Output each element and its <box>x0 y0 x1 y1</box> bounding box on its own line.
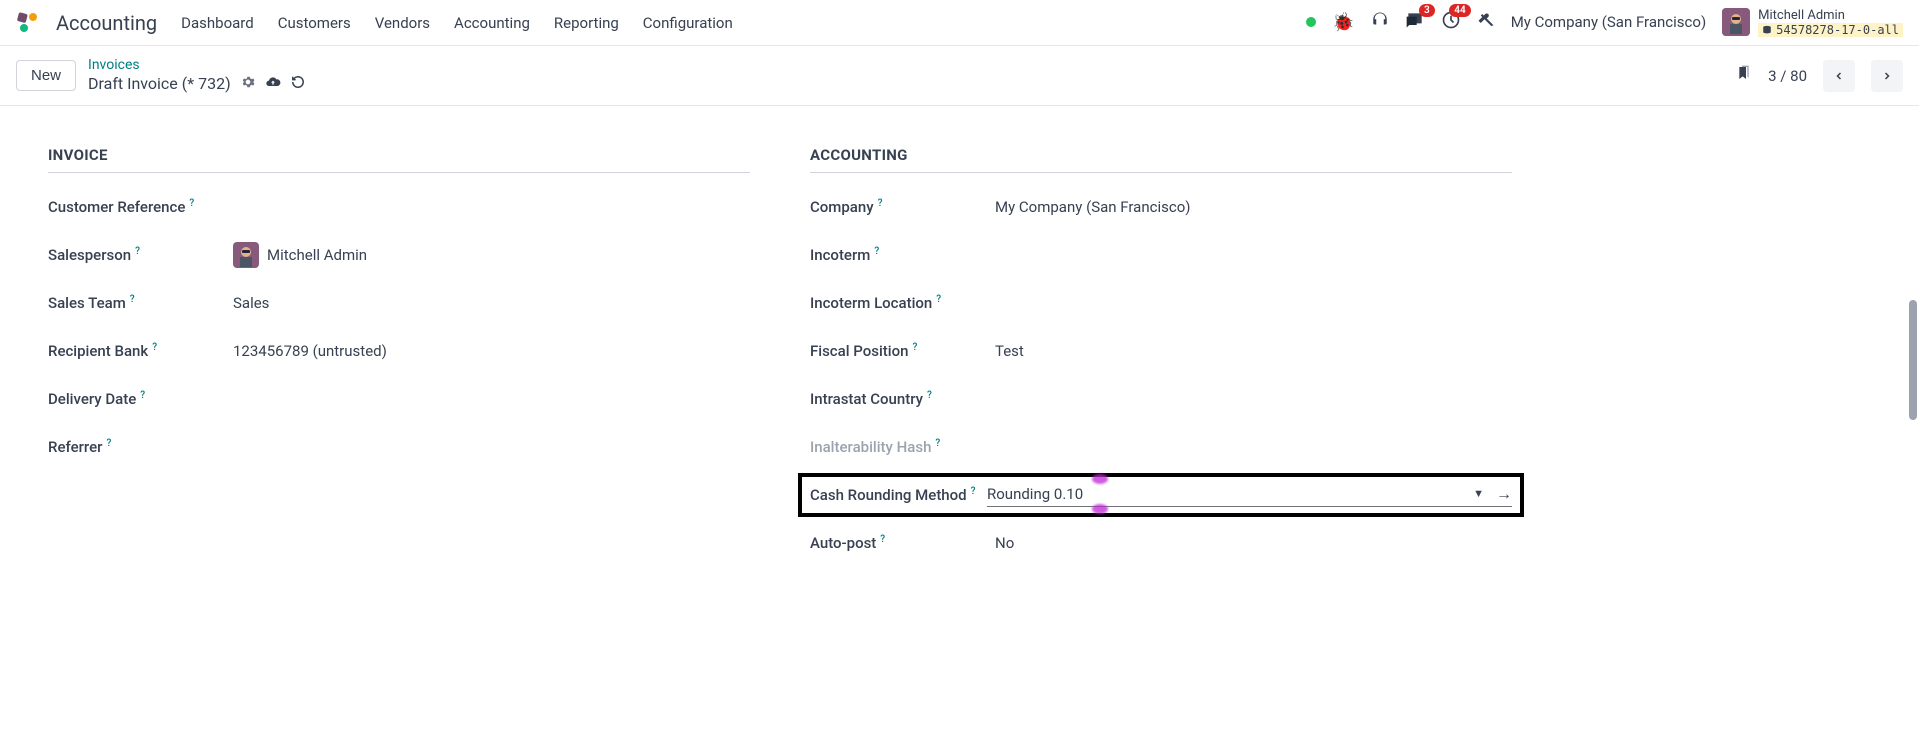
status-dot-icon <box>1306 17 1316 27</box>
activities-badge: 44 <box>1449 4 1470 17</box>
bookmark-icon[interactable] <box>1736 64 1752 87</box>
help-icon[interactable]: ? <box>874 246 879 257</box>
help-icon[interactable]: ? <box>912 342 917 353</box>
bug-icon[interactable]: 🐞 <box>1332 12 1354 33</box>
invoice-section: INVOICE Customer Reference? Salesperson?… <box>48 146 750 577</box>
breadcrumb-current: Draft Invoice (* 732) <box>88 74 305 95</box>
chevron-down-icon[interactable]: ▼ <box>1473 487 1484 500</box>
support-icon[interactable] <box>1371 11 1389 34</box>
field-referrer: Referrer? <box>48 433 750 461</box>
control-panel: New Invoices Draft Invoice (* 732) 3 / 8… <box>0 46 1919 106</box>
help-icon[interactable]: ? <box>935 438 940 449</box>
scrollbar[interactable] <box>1909 300 1917 420</box>
auto-post-select[interactable]: No <box>995 534 1512 552</box>
field-sales-team: Sales Team? Sales <box>48 289 750 317</box>
field-inalterability-hash: Inalterability Hash? <box>810 433 1512 461</box>
app-logo[interactable] <box>16 11 40 35</box>
pager-text[interactable]: 3 / 80 <box>1768 67 1807 85</box>
field-recipient-bank: Recipient Bank? 123456789 (untrusted) <box>48 337 750 365</box>
help-icon[interactable]: ? <box>880 534 885 545</box>
nav-customers[interactable]: Customers <box>278 14 351 32</box>
cash-rounding-select[interactable]: Rounding 0.10 ▼ → <box>987 484 1512 507</box>
salesperson-input[interactable]: Mitchell Admin <box>233 242 750 268</box>
discard-icon[interactable] <box>291 75 305 94</box>
help-icon[interactable]: ? <box>189 198 194 209</box>
annotation-dot-icon <box>1092 504 1108 514</box>
database-icon <box>1762 25 1772 35</box>
nav-configuration[interactable]: Configuration <box>643 14 733 32</box>
field-incoterm: Incoterm? <box>810 241 1512 269</box>
gear-icon[interactable] <box>241 75 255 94</box>
fiscal-position-input[interactable]: Test <box>995 342 1512 360</box>
field-incoterm-location: Incoterm Location? <box>810 289 1512 317</box>
accounting-section-title: ACCOUNTING <box>810 146 1512 173</box>
user-name: Mitchell Admin <box>1758 8 1903 24</box>
app-title[interactable]: Accounting <box>56 11 157 35</box>
messages-badge: 3 <box>1419 4 1435 17</box>
user-db: 54578278-17-0-all <box>1758 23 1903 37</box>
field-salesperson: Salesperson? Mitchell Admin <box>48 241 750 269</box>
accounting-section: ACCOUNTING Company? My Company (San Fran… <box>810 146 1512 577</box>
help-icon[interactable]: ? <box>152 342 157 353</box>
salesperson-avatar-icon <box>233 242 259 268</box>
nav-accounting[interactable]: Accounting <box>454 14 530 32</box>
recipient-bank-input[interactable]: 123456789 (untrusted) <box>233 342 750 360</box>
cloud-upload-icon[interactable] <box>265 74 281 95</box>
help-icon[interactable]: ? <box>936 294 941 305</box>
topbar-right: 🐞 3 44 My Company (San Francisco) Mitche… <box>1306 8 1903 38</box>
field-company: Company? My Company (San Francisco) <box>810 193 1512 221</box>
field-intrastat-country: Intrastat Country? <box>810 385 1512 413</box>
annotation-dot-icon <box>1092 474 1108 484</box>
pager-prev-button[interactable] <box>1823 60 1855 92</box>
help-icon[interactable]: ? <box>130 294 135 305</box>
field-customer-reference: Customer Reference? <box>48 193 750 221</box>
top-navbar: Accounting Dashboard Customers Vendors A… <box>0 0 1919 46</box>
pager-next-button[interactable] <box>1871 60 1903 92</box>
subbar-right: 3 / 80 <box>1736 60 1903 92</box>
invoice-section-title: INVOICE <box>48 146 750 173</box>
help-icon[interactable]: ? <box>878 198 883 209</box>
activities-icon[interactable]: 44 <box>1441 10 1461 34</box>
sales-team-input[interactable]: Sales <box>233 294 750 312</box>
help-icon[interactable]: ? <box>971 485 976 499</box>
new-button[interactable]: New <box>16 60 76 91</box>
external-link-icon[interactable]: → <box>1496 484 1512 504</box>
breadcrumb-invoices[interactable]: Invoices <box>88 56 305 74</box>
form-content: INVOICE Customer Reference? Salesperson?… <box>0 106 1560 617</box>
user-avatar-icon <box>1722 8 1750 36</box>
nav-reporting[interactable]: Reporting <box>554 14 619 32</box>
cash-rounding-highlight: Cash Rounding Method? Rounding 0.10 ▼ → <box>798 473 1524 517</box>
help-icon[interactable]: ? <box>135 246 140 257</box>
field-cash-rounding: Cash Rounding Method? Rounding 0.10 ▼ → <box>810 481 1512 509</box>
company-value: My Company (San Francisco) <box>995 198 1512 216</box>
field-fiscal-position: Fiscal Position? Test <box>810 337 1512 365</box>
nav-vendors[interactable]: Vendors <box>375 14 430 32</box>
tools-icon[interactable] <box>1477 11 1495 34</box>
help-icon[interactable]: ? <box>927 390 932 401</box>
nav-dashboard[interactable]: Dashboard <box>181 14 254 32</box>
field-auto-post: Auto-post? No <box>810 529 1512 557</box>
breadcrumb: Invoices Draft Invoice (* 732) <box>88 56 305 95</box>
nav-menu: Dashboard Customers Vendors Accounting R… <box>181 14 733 32</box>
user-menu[interactable]: Mitchell Admin 54578278-17-0-all <box>1722 8 1903 38</box>
company-switcher[interactable]: My Company (San Francisco) <box>1511 13 1706 31</box>
messages-icon[interactable]: 3 <box>1405 10 1425 34</box>
help-icon[interactable]: ? <box>106 438 111 449</box>
field-delivery-date: Delivery Date? <box>48 385 750 413</box>
help-icon[interactable]: ? <box>140 390 145 401</box>
user-info: Mitchell Admin 54578278-17-0-all <box>1758 8 1903 38</box>
